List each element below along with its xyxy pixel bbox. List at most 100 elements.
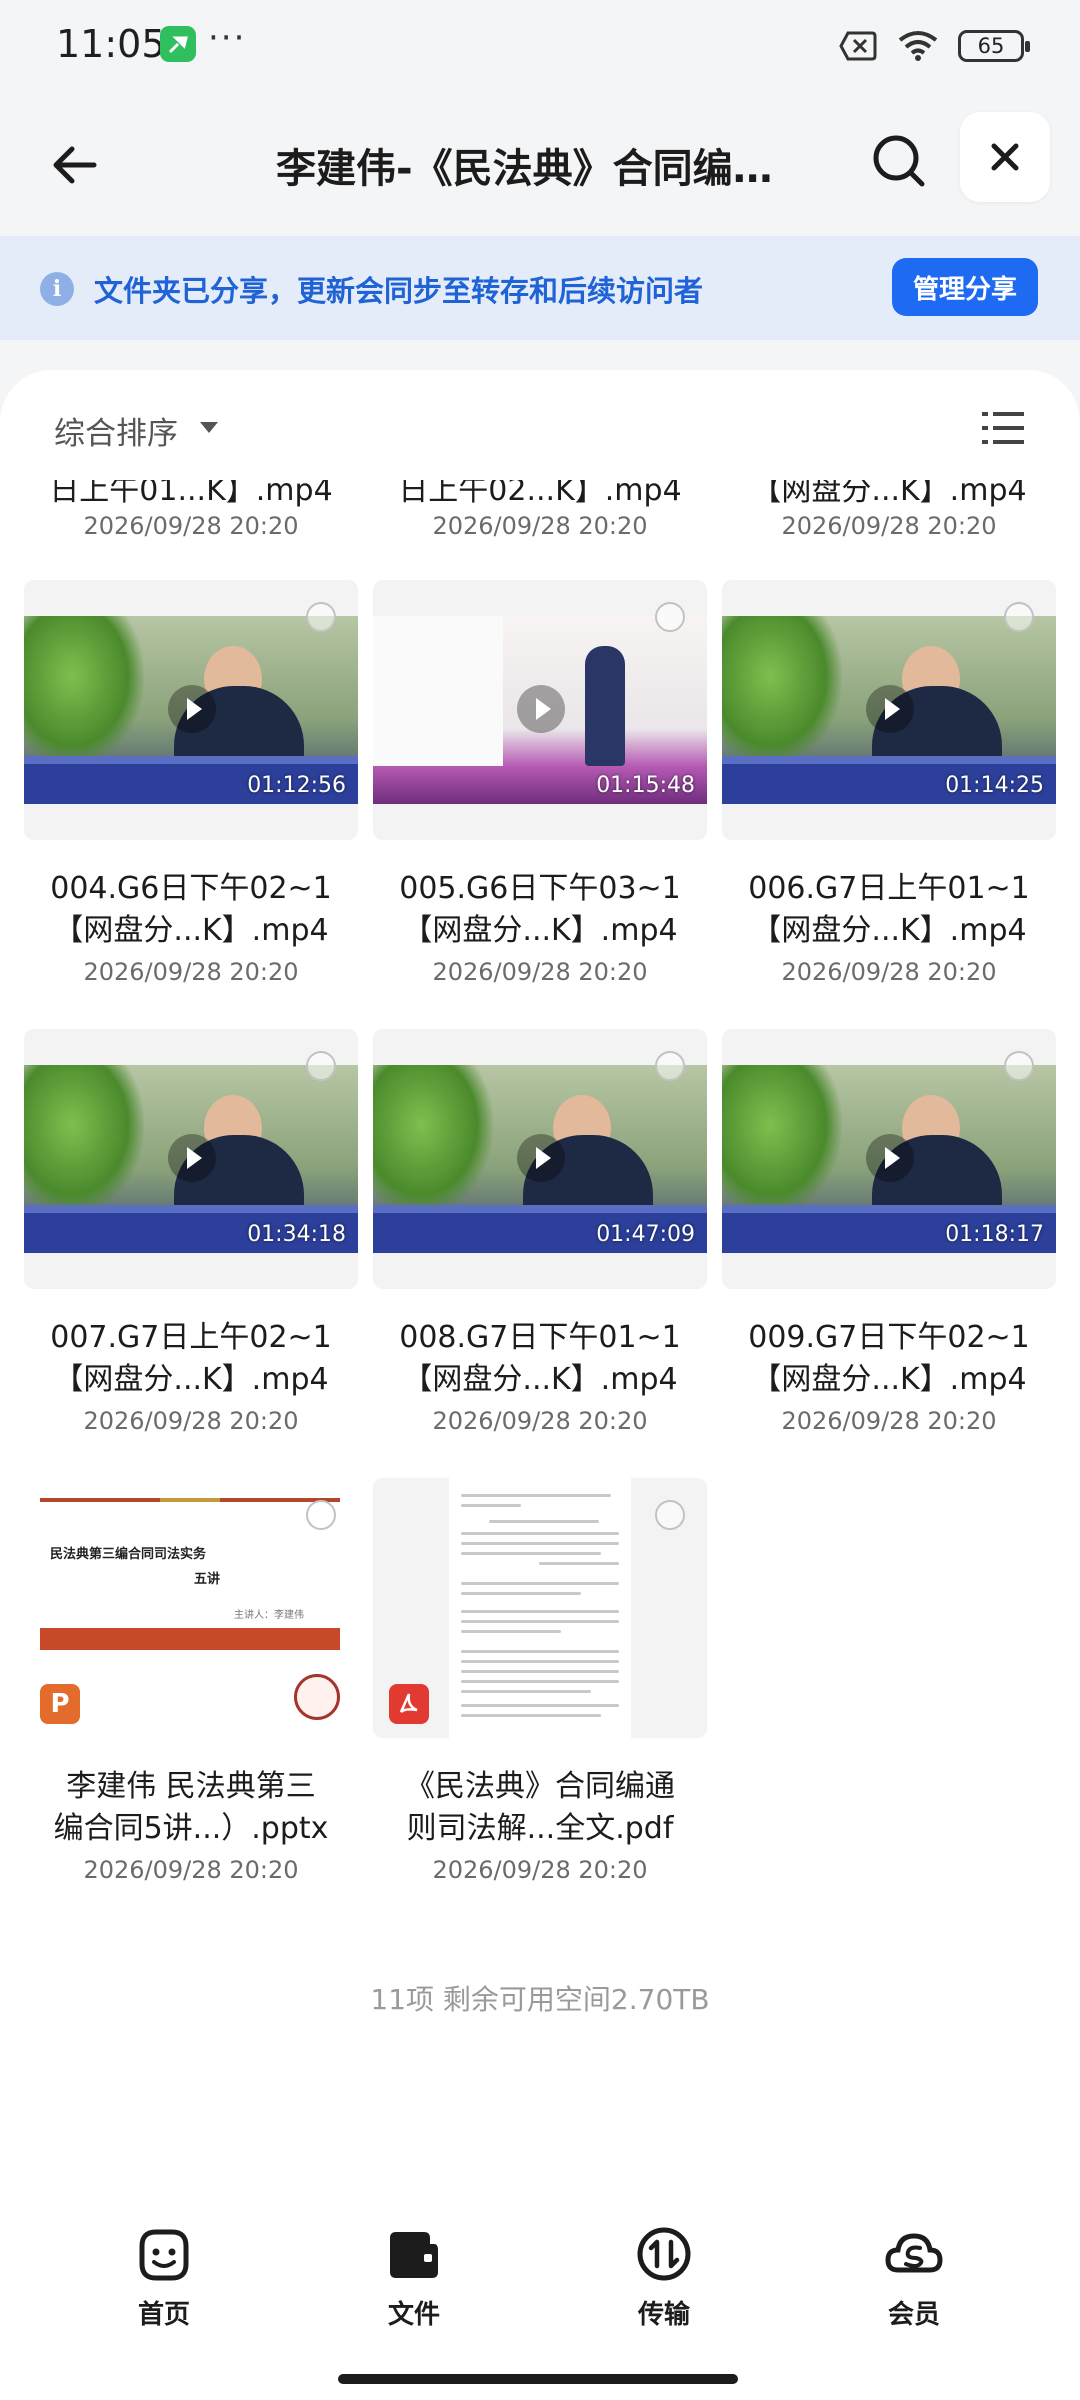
pptx-file-icon: P (40, 1684, 80, 1724)
page-title: 李建伟-《民法典》合同编… (276, 146, 773, 192)
nav-home-label: 首页 (137, 2300, 190, 2330)
share-banner-text: 文件夹已分享，更新会同步至转存和后续访问者 (94, 274, 704, 308)
caret-down-icon[interactable] (200, 422, 218, 433)
nav-transfer-label: 传输 (637, 2300, 690, 2330)
sort-bar: 综合排序 (0, 370, 1080, 480)
manage-share-button[interactable]: 管理分享 (892, 258, 1038, 316)
more-notifications-icon: ··· (208, 18, 247, 58)
nav-transfer[interactable]: 传输 (594, 2224, 734, 2344)
document-thumbnail[interactable] (373, 1478, 707, 1738)
info-icon: i (40, 272, 74, 306)
search-icon (873, 135, 925, 187)
header: 李建伟-《民法典》合同编… (0, 100, 1080, 230)
file-date: 2026/09/28 20:20 (432, 1407, 648, 1435)
transfer-icon (637, 2227, 691, 2281)
video-frame: 01:18:17 (722, 1065, 1056, 1253)
file-date: 2026/09/28 20:20 (83, 1407, 299, 1435)
file-date: 2026/09/28 20:20 (432, 958, 648, 986)
sort-dropdown[interactable]: 综合排序 (54, 408, 178, 453)
nav-vip[interactable]: 会员 (844, 2224, 984, 2344)
nav-files-label: 文件 (387, 2300, 440, 2330)
file-name-line1: 006.G7日上午01~1 (748, 871, 1030, 906)
home-indicator (338, 2374, 738, 2384)
seal-icon (294, 1674, 340, 1720)
video-duration: 01:14:25 (945, 773, 1044, 798)
video-thumbnail[interactable]: 01:12:56 (24, 580, 358, 840)
play-icon (866, 1134, 914, 1182)
video-frame: 01:34:18 (24, 1065, 358, 1253)
select-checkbox[interactable] (655, 1051, 685, 1081)
select-checkbox[interactable] (655, 602, 685, 632)
file-name-line2: 编合同5讲...）.pptx (53, 1811, 329, 1846)
arrow-left-icon (53, 146, 97, 184)
select-checkbox[interactable] (306, 1500, 336, 1530)
video-duration: 01:12:56 (247, 773, 346, 798)
folder-icon (390, 2232, 438, 2278)
file-date: 2026/09/28 20:20 (83, 1856, 299, 1884)
select-checkbox[interactable] (306, 1051, 336, 1081)
video-thumbnail[interactable]: 01:14:25 (722, 580, 1056, 840)
file-date: 2026/09/28 20:20 (781, 512, 997, 540)
back-button[interactable] (40, 130, 110, 200)
play-icon (168, 685, 216, 733)
select-checkbox[interactable] (655, 1500, 685, 1530)
file-name-line2: 【网盘分...K】.mp4 (751, 913, 1027, 948)
wifi-icon (898, 31, 938, 61)
select-checkbox[interactable] (1004, 1051, 1034, 1081)
share-banner: i 文件夹已分享，更新会同步至转存和后续访问者 管理分享 (0, 236, 1080, 340)
play-icon (866, 685, 914, 733)
video-duration: 01:34:18 (247, 1222, 346, 1247)
battery-icon: 65 (958, 30, 1030, 62)
close-icon (991, 143, 1019, 171)
status-time: 11:05 (56, 22, 166, 66)
app-notification-icon (160, 26, 196, 62)
slide-speaker: 主讲人：李建伟 (234, 1610, 304, 1621)
search-button[interactable] (866, 128, 932, 194)
file-name-line1: 004.G6日下午02~1 (50, 871, 332, 906)
slide-title: 民法典第三编合同司法实务 (50, 1547, 207, 1562)
nav-home[interactable]: 首页 (94, 2224, 234, 2344)
status-bar: 11:05 ··· 65 (0, 0, 1080, 90)
video-thumbnail[interactable]: 01:47:09 (373, 1029, 707, 1289)
slide-subtitle: 五讲 (194, 1572, 221, 1587)
file-list-panel: 综合排序 日上午01...K】.mp4 2026/09/28 20:20 日上午… (0, 370, 1080, 2200)
status-icons: 65 (838, 26, 1030, 66)
pdf-file-icon (389, 1684, 429, 1724)
file-name-line1: 008.G7日下午01~1 (399, 1320, 681, 1355)
close-button[interactable] (960, 112, 1050, 202)
nav-files[interactable]: 文件 (344, 2224, 484, 2344)
file-date: 2026/09/28 20:20 (83, 512, 299, 540)
video-thumbnail[interactable]: 01:34:18 (24, 1029, 358, 1289)
video-thumbnail[interactable]: 01:18:17 (722, 1029, 1056, 1289)
file-name-line2: 【网盘分...K】.mp4 (53, 1362, 329, 1397)
file-name-line1: 李建伟 民法典第三 (66, 1769, 316, 1804)
file-name-line2: 【网盘分...K】.mp4 (402, 913, 678, 948)
file-name-line1: 005.G6日下午03~1 (399, 871, 681, 906)
nav-vip-label: 会员 (887, 2300, 940, 2330)
file-name-line2: 则司法解...全文.pdf (406, 1811, 674, 1846)
smiley-home-icon (139, 2229, 189, 2281)
storage-summary: 11项 剩余可用空间2.70TB (370, 1983, 710, 2016)
file-date: 2026/09/28 20:20 (781, 958, 997, 986)
select-checkbox[interactable] (306, 602, 336, 632)
file-name-line1: 007.G7日上午02~1 (50, 1320, 332, 1355)
file-date: 2026/09/28 20:20 (432, 512, 648, 540)
file-name-line1: 009.G7日下午02~1 (748, 1320, 1030, 1355)
video-duration: 01:15:48 (596, 773, 695, 798)
pdf-page-preview (449, 1478, 631, 1738)
file-date: 2026/09/28 20:20 (432, 1856, 648, 1884)
video-frame: 01:14:25 (722, 616, 1056, 804)
play-icon (168, 1134, 216, 1182)
select-checkbox[interactable] (1004, 602, 1034, 632)
vip-cloud-icon (885, 2233, 943, 2273)
video-duration: 01:18:17 (945, 1222, 1044, 1247)
file-name-line2: 【网盘分...K】.mp4 (53, 913, 329, 948)
document-thumbnail[interactable]: 民法典第三编合同司法实务 五讲 主讲人：李建伟 P (24, 1478, 358, 1738)
file-date: 2026/09/28 20:20 (83, 958, 299, 986)
bottom-nav: 首页 文件 传输 会员 (0, 2200, 1080, 2400)
video-thumbnail[interactable]: 01:15:48 (373, 580, 707, 840)
video-duration: 01:47:09 (596, 1222, 695, 1247)
list-view-icon[interactable] (982, 410, 1024, 446)
file-name-line1: 《民法典》合同编通 (405, 1769, 675, 1804)
file-date: 2026/09/28 20:20 (781, 1407, 997, 1435)
